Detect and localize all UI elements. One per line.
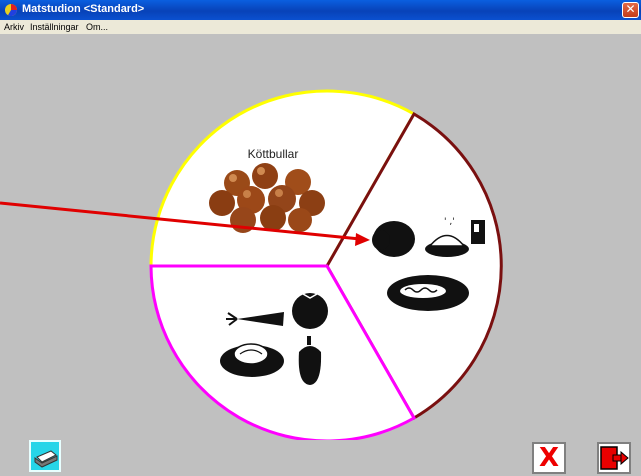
printer-icon [34,450,58,468]
tomato-icon[interactable] [292,293,328,329]
pasta-icon[interactable] [387,275,469,311]
bread-icon[interactable] [471,220,485,244]
print-button[interactable] [29,440,61,472]
plate-canvas: Köttbullar ' ,' [0,89,503,440]
menu-about[interactable]: Om... [86,22,108,32]
menu-archive[interactable]: Arkiv [4,22,24,32]
cancel-icon: X [538,443,560,473]
food-plate [149,89,503,440]
cancel-button[interactable]: X [532,442,566,474]
menu-bar: Arkiv Inställningar Om... [0,20,641,34]
exit-door-icon [600,446,629,470]
window-title: Matstudion <Standard> [22,3,145,15]
svg-text:' ,': ' ,' [444,217,455,227]
app-logo-icon [5,4,17,17]
close-window-button[interactable]: ✕ [622,2,639,18]
title-bar: Matstudion <Standard> ✕ [0,0,641,20]
exit-button[interactable] [597,442,631,474]
menu-settings[interactable]: Inställningar [30,22,79,32]
meat-section-label: Köttbullar [248,147,299,161]
